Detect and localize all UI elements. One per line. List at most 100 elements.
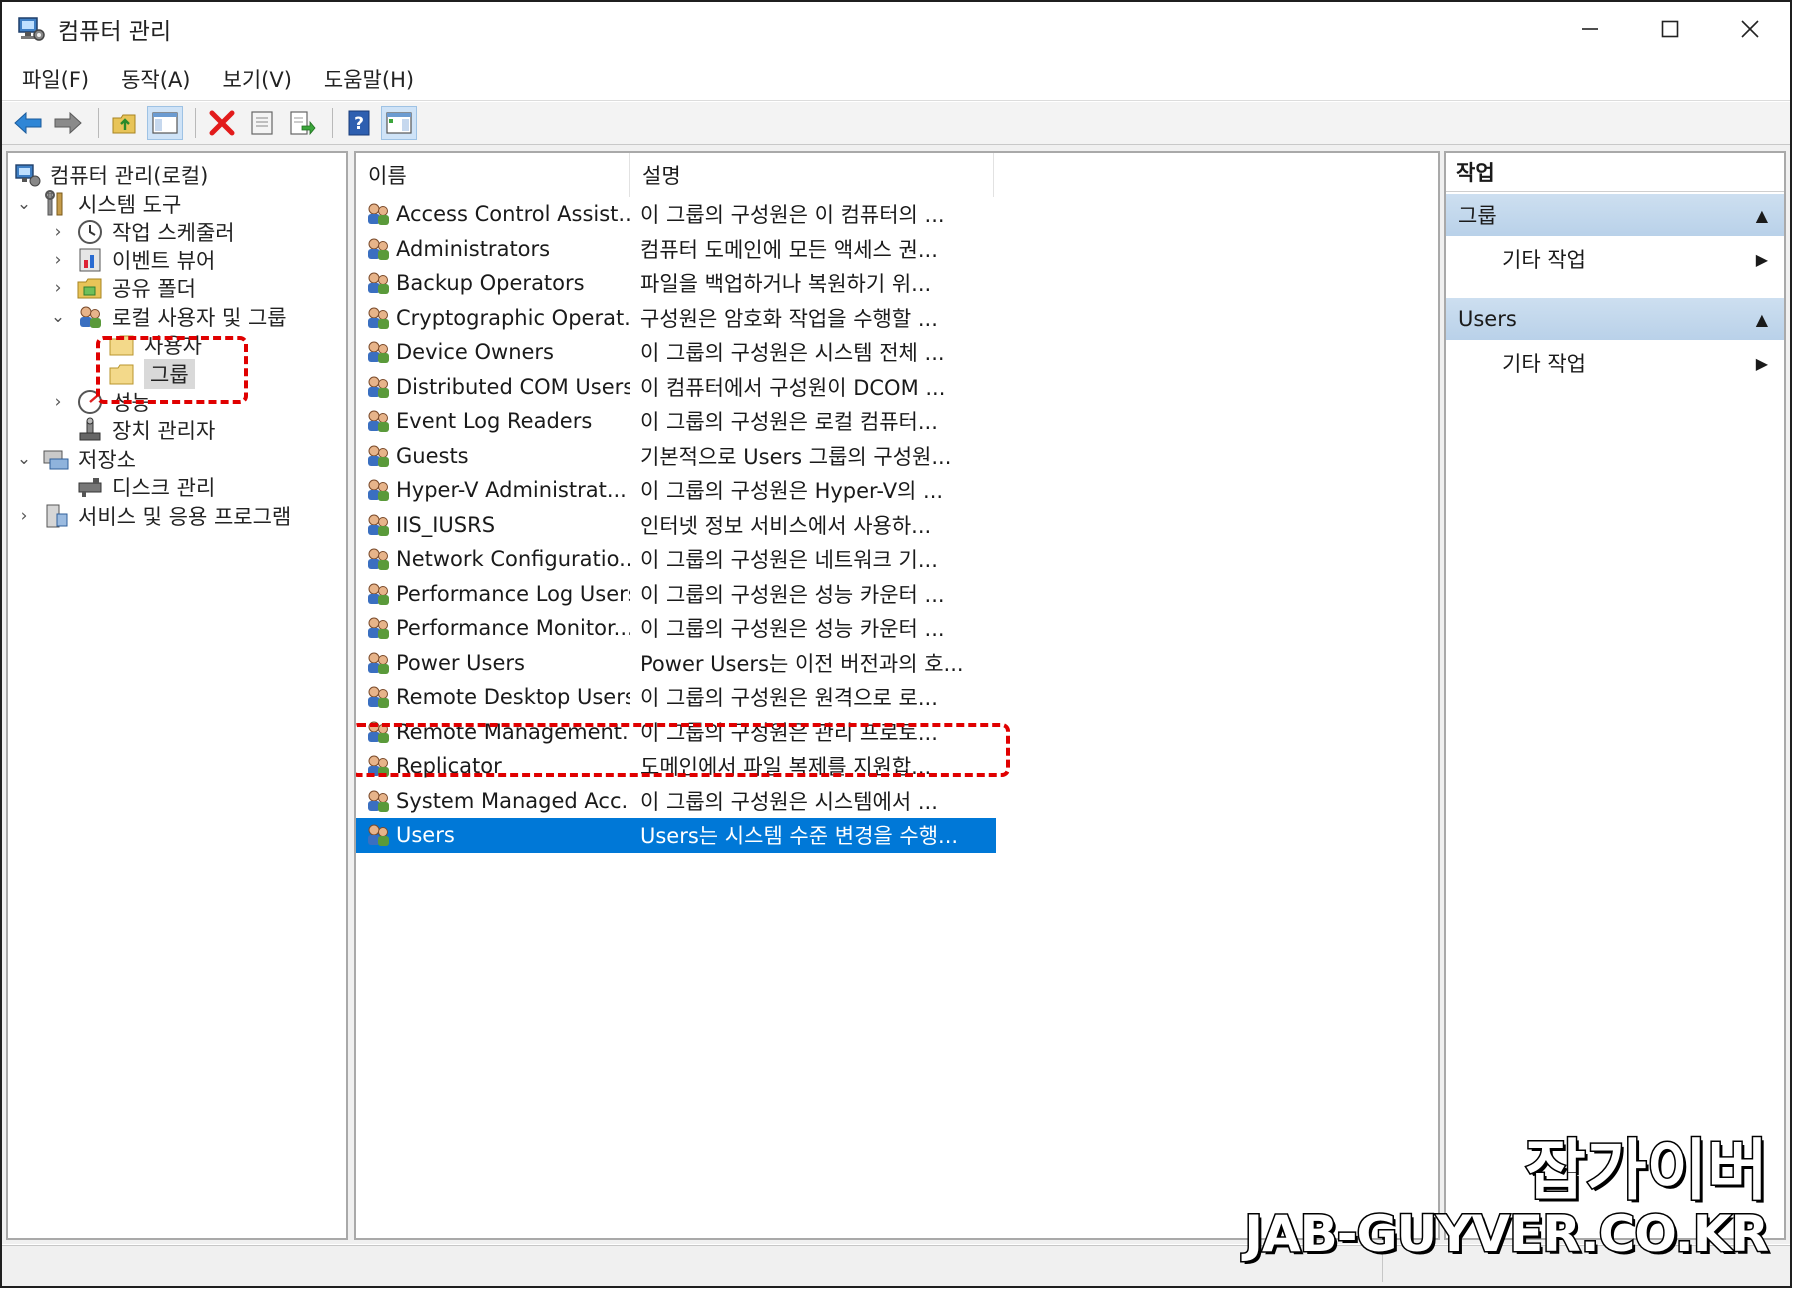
list-row[interactable]: Backup Operators 파일을 백업하거나 복원하기 위... <box>356 266 996 301</box>
list-header: 이름 설명 <box>356 153 996 197</box>
tree-label: 장치 관리자 <box>112 419 216 443</box>
column-header-name[interactable]: 이름 <box>356 153 630 197</box>
list-row[interactable]: Network Configuratio... 이 그룹의 구성원은 네트워크 기… <box>356 542 996 577</box>
properties-button[interactable] <box>244 106 280 140</box>
group-icon <box>364 545 392 573</box>
group-icon <box>364 442 392 470</box>
group-description: 이 그룹의 구성원은 Hyper-V의 ... <box>640 479 944 504</box>
close-icon <box>1741 20 1759 38</box>
up-one-level-button[interactable] <box>107 106 143 140</box>
tree-label: 공유 폴더 <box>112 277 196 301</box>
tree-label: 시스템 도구 <box>78 193 182 217</box>
help-button[interactable]: ? <box>341 106 377 140</box>
chevron-right-icon[interactable]: › <box>48 250 68 270</box>
menu-action[interactable]: 동작(A) <box>111 64 200 94</box>
list-row[interactable]: Device Owners 이 그룹의 구성원은 시스템 전체 ... <box>356 335 996 370</box>
chevron-down-icon[interactable]: ⌄ <box>14 449 34 469</box>
event-viewer-icon <box>76 246 104 274</box>
list-row[interactable]: Users Users는 시스템 수준 변경을 수행... <box>356 818 996 853</box>
group-description: 이 컴퓨터에서 구성원이 DCOM ... <box>640 375 946 400</box>
show-hide-console-tree-icon <box>152 112 178 134</box>
maximize-icon <box>1661 20 1679 38</box>
minimize-button[interactable] <box>1550 2 1630 56</box>
row-name-cell: Distributed COM Users <box>356 373 630 401</box>
group-description: Users는 시스템 수준 변경을 수행... <box>640 824 959 849</box>
list-row[interactable]: Cryptographic Operat... 구성원은 암호화 작업을 수행할 … <box>356 301 996 336</box>
list-row[interactable]: Remote Desktop Users 이 그룹의 구성원은 원격으로 로... <box>356 680 996 715</box>
chevron-right-icon[interactable]: › <box>48 392 68 412</box>
action-section-users[interactable]: Users ▲ <box>1446 298 1784 340</box>
list-row[interactable]: Hyper-V Administrat... 이 그룹의 구성원은 Hyper-V… <box>356 473 996 508</box>
submenu-arrow-icon: ▶ <box>1755 353 1768 373</box>
svg-text:?: ? <box>354 114 364 134</box>
content-area: 컴퓨터 관리(로컬) ⌄ 시스템 도구 › 작업 스케줄러 › 이벤트 뷰어 ›… <box>2 145 1790 1244</box>
group-icon <box>364 235 392 263</box>
action-more-actions-users[interactable]: 기타 작업 ▶ <box>1446 340 1784 386</box>
window-title: 컴퓨터 관리 <box>58 19 172 45</box>
group-name: Device Owners <box>396 340 555 365</box>
group-description: 구성원은 암호화 작업을 수행할 ... <box>640 306 938 331</box>
chevron-down-icon[interactable]: ⌄ <box>48 307 68 327</box>
chevron-right-icon[interactable]: › <box>48 222 68 242</box>
list-row[interactable]: Power Users Power Users는 이전 버전과의 호... <box>356 646 996 681</box>
tree-item-shared-folders[interactable]: › 공유 폴더 <box>48 272 196 304</box>
group-name: Users <box>396 823 455 848</box>
group-name: Event Log Readers <box>396 409 593 434</box>
list-row[interactable]: Distributed COM Users 이 컴퓨터에서 구성원이 DCOM .… <box>356 370 996 405</box>
list-row[interactable]: Guests 기본적으로 Users 그룹의 구성원... <box>356 439 996 474</box>
action-more-actions-groups[interactable]: 기타 작업 ▶ <box>1446 236 1784 282</box>
list-row[interactable]: System Managed Acc... 이 그룹의 구성원은 시스템에서 ..… <box>356 784 996 819</box>
row-name-cell: Backup Operators <box>356 269 630 297</box>
list-row[interactable]: Access Control Assist... 이 그룹의 구성원은 이 컴퓨터… <box>356 197 996 232</box>
group-description: 파일을 백업하거나 복원하기 위... <box>640 272 932 297</box>
export-list-button[interactable] <box>284 106 320 140</box>
tree-label: 컴퓨터 관리(로컬) <box>50 164 209 188</box>
tree-item-disk-management[interactable]: 디스크 관리 <box>76 471 215 503</box>
group-name: Administrators <box>396 236 551 261</box>
group-icon <box>364 304 392 332</box>
row-name-cell: Hyper-V Administrat... <box>356 476 630 504</box>
action-section-groups[interactable]: 그룹 ▲ <box>1446 194 1784 236</box>
group-name: Cryptographic Operat... <box>396 305 630 330</box>
row-name-cell: Performance Monitor... <box>356 614 630 642</box>
tree-item-services-applications[interactable]: › 서비스 및 응용 프로그램 <box>14 500 291 532</box>
chevron-right-icon[interactable]: › <box>14 506 34 526</box>
list-row[interactable]: Administrators 컴퓨터 도메인에 모든 액세스 권... <box>356 232 996 267</box>
menu-file[interactable]: 파일(F) <box>12 64 99 94</box>
row-name-cell: System Managed Acc... <box>356 787 630 815</box>
collapse-up-icon[interactable]: ▲ <box>1756 310 1768 329</box>
list-row[interactable]: Event Log Readers 이 그룹의 구성원은 로컬 컴퓨터... <box>356 404 996 439</box>
group-name: Access Control Assist... <box>396 202 630 227</box>
list-row[interactable]: IIS_IUSRS 인터넷 정보 서비스에서 사용하... <box>356 508 996 543</box>
list-row[interactable]: Performance Monitor... 이 그룹의 구성원은 성능 카운터 … <box>356 611 996 646</box>
collapse-up-icon[interactable]: ▲ <box>1756 206 1768 225</box>
list-row[interactable]: Performance Log Users 이 그룹의 구성원은 성능 카운터 .… <box>356 577 996 612</box>
tree-item-device-manager[interactable]: 장치 관리자 <box>76 414 215 446</box>
menu-view[interactable]: 보기(V) <box>213 64 302 94</box>
delete-button[interactable] <box>204 106 240 140</box>
forward-arrow-icon <box>54 111 82 135</box>
maximize-button[interactable] <box>1630 2 1710 56</box>
show-hide-action-pane-button[interactable] <box>381 106 417 140</box>
chevron-right-icon[interactable]: › <box>48 278 68 298</box>
group-name: Backup Operators <box>396 271 585 296</box>
delete-icon <box>209 110 235 136</box>
tree-label: 서비스 및 응용 프로그램 <box>78 505 292 529</box>
chevron-down-icon[interactable]: ⌄ <box>14 194 34 214</box>
group-name: Distributed COM Users <box>396 374 630 399</box>
forward-button[interactable] <box>50 106 86 140</box>
export-list-icon <box>290 111 316 136</box>
menu-help[interactable]: 도움말(H) <box>314 64 424 94</box>
back-button[interactable] <box>10 106 46 140</box>
row-name-cell: Guests <box>356 442 630 470</box>
action-item-label: 기타 작업 <box>1502 352 1586 376</box>
tree-item-computer-management-local[interactable]: 컴퓨터 관리(로컬) <box>14 159 208 191</box>
show-hide-console-tree-button[interactable] <box>147 106 183 140</box>
action-section-label: Users <box>1458 307 1517 331</box>
close-button[interactable] <box>1710 2 1790 56</box>
action-pane: 작업 그룹 ▲ 기타 작업 ▶ Users ▲ 기타 작업 ▶ <box>1444 151 1786 1240</box>
column-header-description[interactable]: 설명 <box>630 153 994 197</box>
toolbar-separator <box>195 108 196 138</box>
toolbar: ? <box>2 102 1790 145</box>
computer-management-window: 컴퓨터 관리 파일(F) 동작(A) 보기(V) 도움말(H) ? 컴퓨터 관리… <box>0 0 1792 1288</box>
